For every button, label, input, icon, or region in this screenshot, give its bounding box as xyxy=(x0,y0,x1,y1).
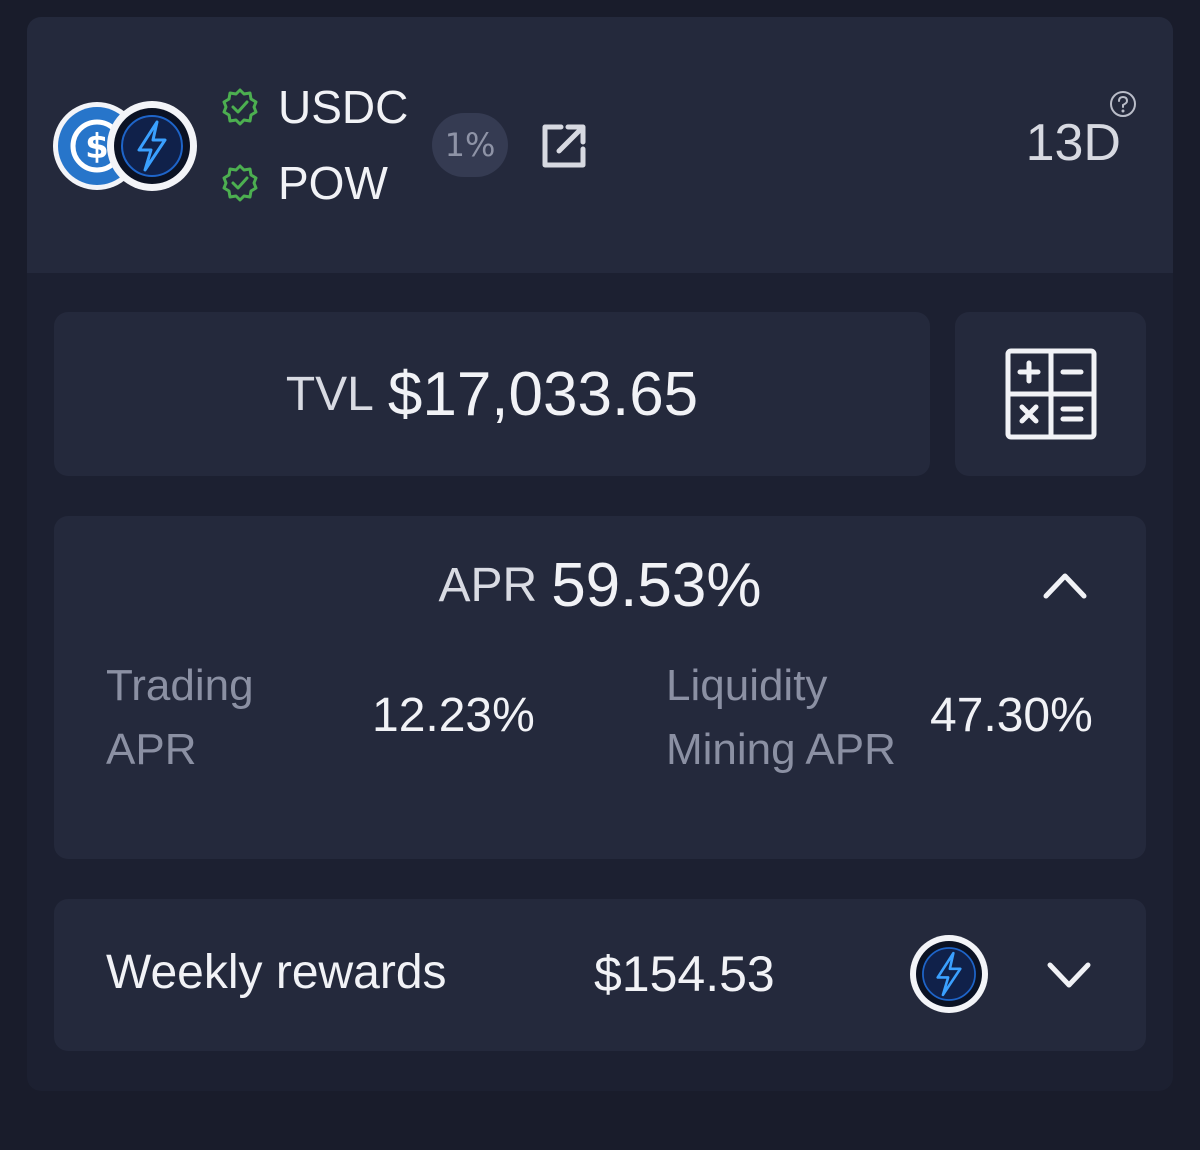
pow-lightning-icon xyxy=(107,101,197,191)
weekly-rewards-value: $154.53 xyxy=(594,946,775,1002)
token-a-name: USDC xyxy=(278,81,409,133)
pow-lightning-icon xyxy=(910,935,988,1013)
token-pair-logos: $ xyxy=(53,101,197,193)
svg-text:$: $ xyxy=(85,127,109,167)
apr-value: 59.53% xyxy=(551,550,762,620)
token-a-row: USDC xyxy=(220,77,408,137)
verified-check-icon xyxy=(222,164,258,202)
apr-header: APR 59.53% xyxy=(54,550,1146,620)
trading-apr-value: 12.23% xyxy=(372,689,535,742)
chevron-down-icon[interactable] xyxy=(1046,959,1092,993)
weekly-rewards-panel[interactable]: Weekly rewards $154.53 xyxy=(54,899,1146,1051)
tvl-panel: TVL $17,033.65 xyxy=(54,312,930,476)
tvl-value: $17,033.65 xyxy=(387,359,699,429)
apr-panel: APR 59.53% Trading APR 12.23% Liquidity … xyxy=(54,516,1146,859)
chevron-up-icon[interactable] xyxy=(1042,566,1088,602)
farm-duration: 13D xyxy=(1025,114,1121,172)
verified-check-icon xyxy=(222,88,258,126)
tvl-label: TVL xyxy=(285,367,374,421)
pool-header: $ USDC POW 1% 13D xyxy=(27,17,1173,273)
token-b-row: POW xyxy=(220,153,388,213)
calculator-icon xyxy=(1005,348,1097,440)
pool-card: $ USDC POW 1% 13D TVL $17,033.65 APR 59.… xyxy=(27,17,1173,1091)
liquidity-mining-apr-value: 47.30% xyxy=(930,689,1093,742)
external-link-icon[interactable] xyxy=(537,119,591,173)
apr-label: APR xyxy=(438,558,538,612)
trading-apr-label: Trading APR xyxy=(106,661,254,774)
token-b-name: POW xyxy=(278,157,388,209)
weekly-rewards-label: Weekly rewards xyxy=(106,946,447,999)
liquidity-mining-apr-label: Liquidity Mining APR xyxy=(666,661,896,774)
calculator-button[interactable] xyxy=(955,312,1146,476)
fee-tier-badge: 1% xyxy=(432,113,508,177)
